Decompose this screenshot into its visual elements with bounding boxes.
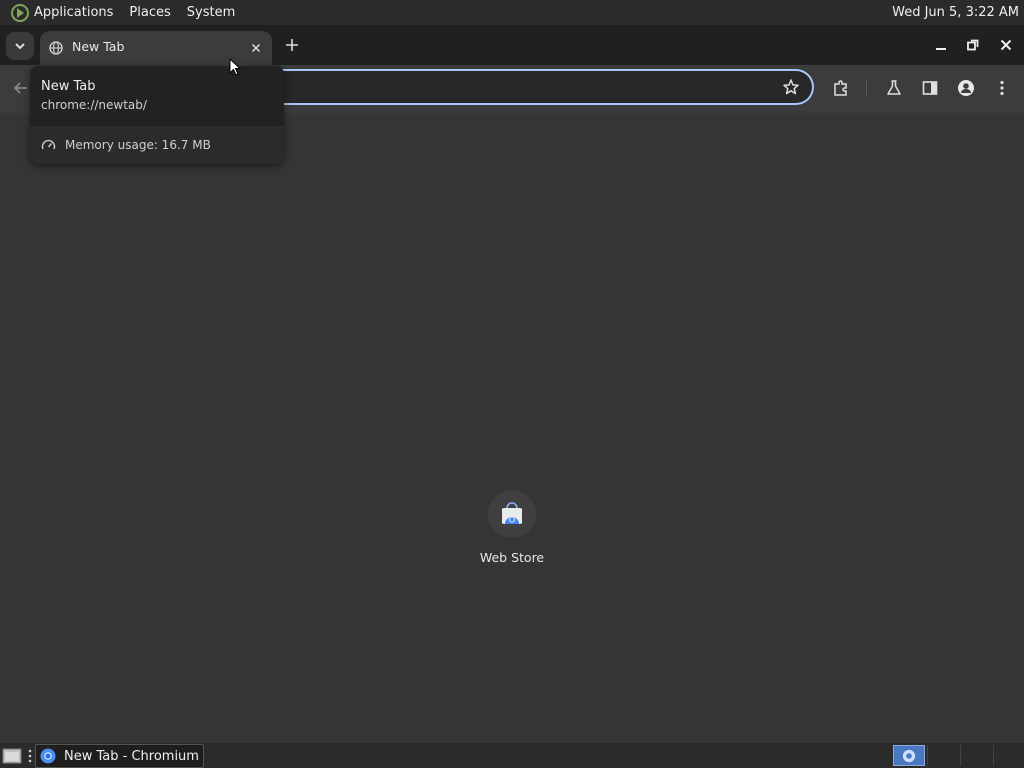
back-arrow-icon[interactable]	[12, 79, 30, 97]
show-desktop-icon[interactable]	[2, 747, 22, 765]
system-menu[interactable]: System	[187, 5, 235, 20]
mouse-cursor-icon	[229, 58, 241, 76]
profile-avatar-icon[interactable]	[957, 79, 975, 97]
extensions-puzzle-icon[interactable]	[832, 79, 850, 97]
distro-logo-icon[interactable]	[10, 3, 30, 23]
close-icon	[1000, 39, 1012, 51]
top-panel: Applications Places System Wed Jun 5, 3:…	[0, 0, 1024, 25]
hover-card-url: chrome://newtab/	[41, 98, 147, 112]
workspace-switcher-active[interactable]	[893, 745, 925, 766]
chromium-icon	[40, 748, 56, 764]
new-tab-page: Web Store	[0, 115, 1024, 743]
minimize-button[interactable]	[933, 37, 949, 53]
side-panel-icon[interactable]	[921, 79, 939, 97]
tab-hover-card: New Tab chrome://newtab/ Memory usage: 1…	[30, 66, 284, 164]
plus-icon	[286, 39, 298, 51]
clock[interactable]: Wed Jun 5, 3:22 AM	[892, 5, 1019, 20]
restore-icon	[967, 39, 979, 51]
close-icon	[251, 43, 261, 53]
workspace-divider	[960, 745, 961, 766]
workspace-divider	[993, 745, 994, 766]
panel-handle-icon[interactable]	[27, 748, 33, 764]
applications-menu[interactable]: Applications	[34, 5, 113, 20]
tab-strip: New Tab	[0, 25, 1024, 65]
tab-close-button[interactable]	[248, 40, 264, 56]
chevron-down-icon	[15, 43, 25, 50]
labs-flask-icon[interactable]	[885, 79, 903, 97]
tab-search-button[interactable]	[6, 32, 34, 60]
bookmark-star-icon[interactable]	[782, 78, 800, 96]
restore-button[interactable]	[965, 37, 981, 53]
hover-card-header	[30, 66, 284, 126]
more-menu-icon[interactable]	[993, 79, 1011, 97]
toolbar-separator	[866, 80, 867, 96]
places-menu[interactable]: Places	[129, 5, 170, 20]
new-tab-button[interactable]	[282, 35, 302, 55]
hover-card-title: New Tab	[41, 79, 96, 94]
web-store-icon	[502, 502, 522, 524]
gauge-icon	[41, 139, 56, 150]
tab-title: New Tab	[72, 39, 125, 54]
bottom-panel: New Tab - Chromium	[0, 743, 1024, 768]
shortcut-web-store[interactable]: Web Store	[472, 490, 552, 580]
shortcut-label: Web Store	[479, 550, 545, 565]
taskbar-window-button[interactable]: New Tab - Chromium	[35, 744, 204, 768]
taskbar-window-label: New Tab - Chromium	[64, 748, 199, 764]
globe-icon	[49, 41, 63, 55]
minimize-icon	[936, 48, 946, 50]
chromium-icon	[902, 749, 916, 763]
memory-usage: Memory usage: 16.7 MB	[65, 138, 211, 152]
workspace-divider	[927, 745, 928, 766]
shortcut-tile[interactable]	[488, 490, 536, 538]
close-window-button[interactable]	[998, 37, 1014, 53]
